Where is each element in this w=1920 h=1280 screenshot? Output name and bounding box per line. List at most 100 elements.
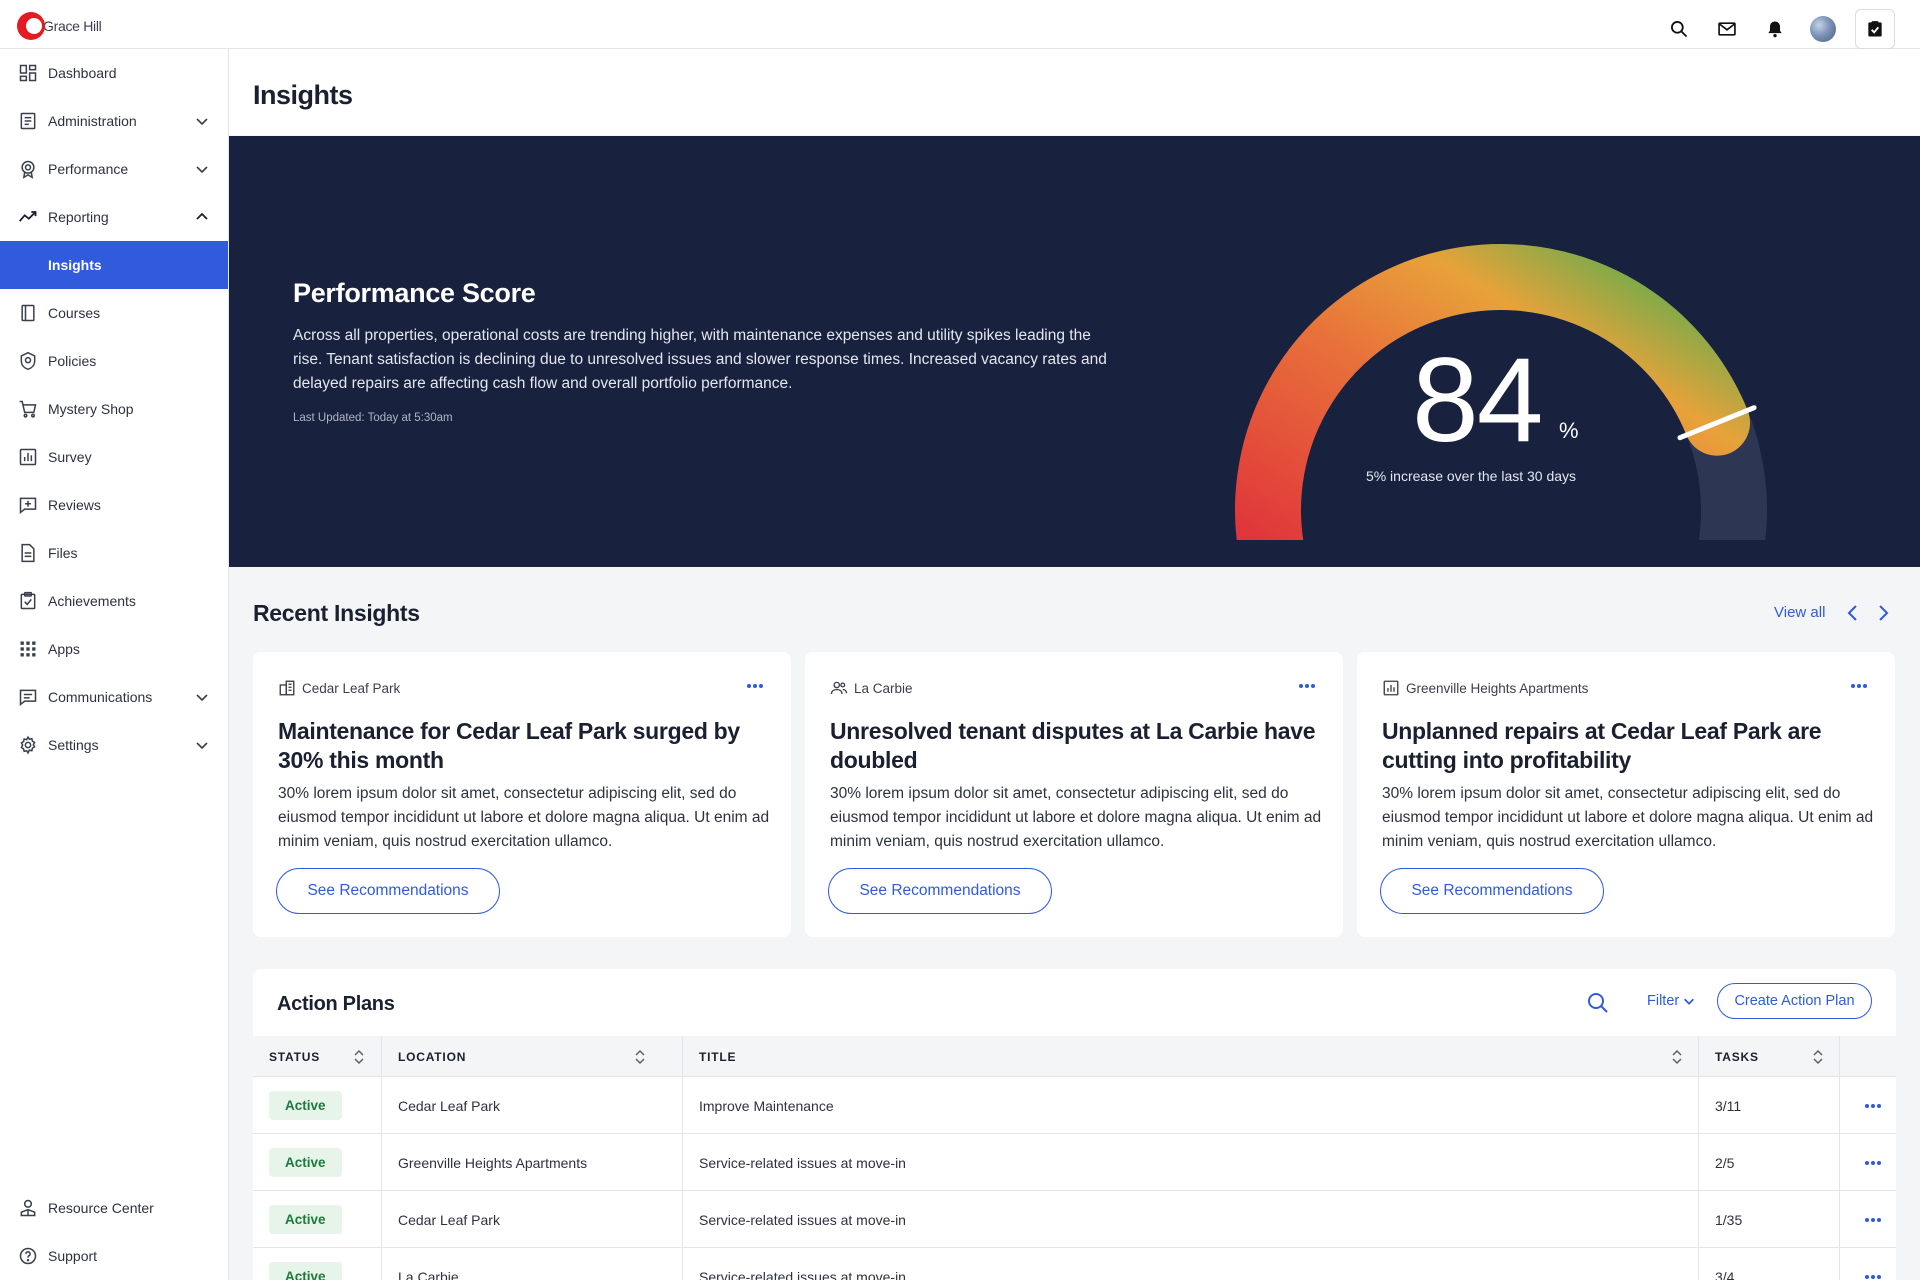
sidebar-item-reviews[interactable]: Reviews xyxy=(0,481,228,529)
tasks-cell: 3/11 xyxy=(1715,1097,1742,1114)
hero-description: Across all properties, operational costs… xyxy=(293,327,1107,392)
top-bar: Grace Hill xyxy=(0,0,1920,49)
sidebar-item-label: Files xyxy=(48,545,78,561)
resource-icon xyxy=(18,1198,38,1218)
insight-card: La Carbie Unresolved tenant disputes at … xyxy=(805,652,1343,937)
title-cell: Improve Maintenance xyxy=(699,1097,834,1114)
table-row[interactable]: Active La Carbie Service-related issues … xyxy=(253,1248,1896,1280)
page-title: Insights xyxy=(253,80,353,110)
location-cell: Cedar Leaf Park xyxy=(398,1211,500,1228)
card-body: 30% lorem ipsum dolor sit amet, consecte… xyxy=(278,785,770,850)
sidebar-item-apps[interactable]: Apps xyxy=(0,625,228,673)
sidebar-item-mystery-shop[interactable]: Mystery Shop xyxy=(0,385,228,433)
check-square-icon xyxy=(18,591,38,611)
table-row[interactable]: Active Cedar Leaf Park Service-related i… xyxy=(253,1191,1896,1248)
message-icon xyxy=(18,687,38,707)
title-cell: Service-related issues at move-in xyxy=(699,1154,906,1171)
sidebar-item-label: Achievements xyxy=(48,593,136,609)
see-recommendations-button[interactable]: See Recommendations xyxy=(828,868,1052,914)
sidebar-item-label: Mystery Shop xyxy=(48,401,134,417)
title-cell: Service-related issues at move-in xyxy=(699,1211,906,1228)
page-header xyxy=(229,49,1920,135)
sidebar-item-achievements[interactable]: Achievements xyxy=(0,577,228,625)
sidebar-item-label: Insights xyxy=(48,257,102,273)
more-icon[interactable] xyxy=(1863,1096,1883,1116)
status-badge: Active xyxy=(269,1205,342,1234)
book-icon xyxy=(18,303,38,323)
status-badge: Active xyxy=(269,1148,342,1177)
table-row[interactable]: Active Cedar Leaf Park Improve Maintenan… xyxy=(253,1077,1896,1134)
card-body: 30% lorem ipsum dolor sit amet, consecte… xyxy=(1382,785,1874,850)
sort-icon[interactable] xyxy=(1810,1048,1826,1066)
sidebar-item-label: Support xyxy=(48,1248,98,1264)
insight-card: Cedar Leaf Park Maintenance for Cedar Le… xyxy=(253,652,791,937)
sidebar-item-label: Resource Center xyxy=(48,1200,154,1216)
sidebar-item-settings[interactable]: Settings xyxy=(0,721,228,769)
sidebar-item-files[interactable]: Files xyxy=(0,529,228,577)
table-header: STATUS LOCATION TITLE TASKS xyxy=(253,1036,1896,1077)
location-cell: La Carbie xyxy=(398,1268,459,1280)
more-icon[interactable] xyxy=(1297,676,1317,696)
sidebar-item-support[interactable]: Support xyxy=(0,1232,228,1280)
chevron-right-icon[interactable] xyxy=(1873,603,1893,623)
help-icon xyxy=(18,1246,38,1266)
tasks-cell: 3/4 xyxy=(1715,1268,1735,1280)
sidebar-item-administration[interactable]: Administration xyxy=(0,97,228,145)
sidebar-item-communications[interactable]: Communications xyxy=(0,673,228,721)
performance-score-panel: Performance Score Across all properties,… xyxy=(229,136,1920,567)
more-icon[interactable] xyxy=(1849,676,1869,696)
chart-box-icon xyxy=(1383,680,1399,696)
more-icon[interactable] xyxy=(1863,1210,1883,1230)
chevron-left-icon[interactable] xyxy=(1843,603,1863,623)
status-badge: Active xyxy=(269,1091,342,1120)
sidebar-item-label: Apps xyxy=(48,641,80,657)
people-icon xyxy=(830,681,848,695)
more-icon[interactable] xyxy=(1863,1267,1883,1280)
see-recommendations-button[interactable]: See Recommendations xyxy=(1380,868,1604,914)
search-icon[interactable] xyxy=(1586,991,1610,1015)
sidebar-item-reporting[interactable]: Reporting xyxy=(0,193,228,241)
filter-dropdown[interactable]: Filter xyxy=(1647,993,1696,1009)
more-icon[interactable] xyxy=(1863,1153,1883,1173)
sidebar-item-dashboard[interactable]: Dashboard xyxy=(0,49,228,97)
sidebar-item-resource-center[interactable]: Resource Center xyxy=(0,1184,228,1232)
table-row[interactable]: Active Greenville Heights Apartments Ser… xyxy=(253,1134,1896,1191)
card-location: La Carbie xyxy=(854,680,913,696)
insight-card: Greenville Heights Apartments Unplanned … xyxy=(1357,652,1895,937)
hero-title: Performance Score xyxy=(293,278,536,308)
sidebar-item-policies[interactable]: Policies xyxy=(0,337,228,385)
award-icon xyxy=(18,159,38,179)
column-header-tasks[interactable]: TASKS xyxy=(1699,1036,1840,1077)
sidebar-item-insights[interactable]: Insights xyxy=(0,241,228,289)
sidebar-item-label: Courses xyxy=(48,305,101,321)
logo[interactable]: Grace Hill xyxy=(15,9,102,43)
cart-icon xyxy=(18,399,38,419)
card-title: Unresolved tenant disputes at La Carbie … xyxy=(830,718,1316,773)
mail-icon[interactable] xyxy=(1711,13,1743,45)
avatar[interactable] xyxy=(1807,13,1839,45)
sidebar-item-performance[interactable]: Performance xyxy=(0,145,228,193)
sort-icon[interactable] xyxy=(351,1048,367,1066)
see-recommendations-button[interactable]: See Recommendations xyxy=(276,868,500,914)
sort-icon[interactable] xyxy=(632,1048,648,1066)
sidebar-item-label: Performance xyxy=(48,161,129,177)
view-all-link[interactable]: View all xyxy=(1774,604,1825,621)
column-header-status[interactable]: STATUS xyxy=(253,1036,381,1077)
column-header-title[interactable]: TITLE xyxy=(683,1036,1699,1077)
chevron-down-icon xyxy=(196,694,208,702)
more-icon[interactable] xyxy=(745,676,765,696)
create-action-plan-button[interactable]: Create Action Plan xyxy=(1717,983,1872,1019)
sidebar-item-survey[interactable]: Survey xyxy=(0,433,228,481)
sort-icon[interactable] xyxy=(1669,1048,1685,1066)
tasks-check-icon[interactable] xyxy=(1855,9,1895,49)
apps-grid-icon xyxy=(18,639,38,659)
column-header-location[interactable]: LOCATION xyxy=(382,1036,662,1077)
tasks-cell: 1/35 xyxy=(1715,1211,1743,1228)
chevron-down-icon xyxy=(196,166,208,174)
brand-name: Grace Hill xyxy=(43,18,102,34)
sidebar-item-courses[interactable]: Courses xyxy=(0,289,228,337)
bell-icon[interactable] xyxy=(1759,13,1791,45)
search-icon[interactable] xyxy=(1663,13,1695,45)
title-cell: Service-related issues at move-in xyxy=(699,1268,906,1280)
building-icon xyxy=(279,680,295,696)
